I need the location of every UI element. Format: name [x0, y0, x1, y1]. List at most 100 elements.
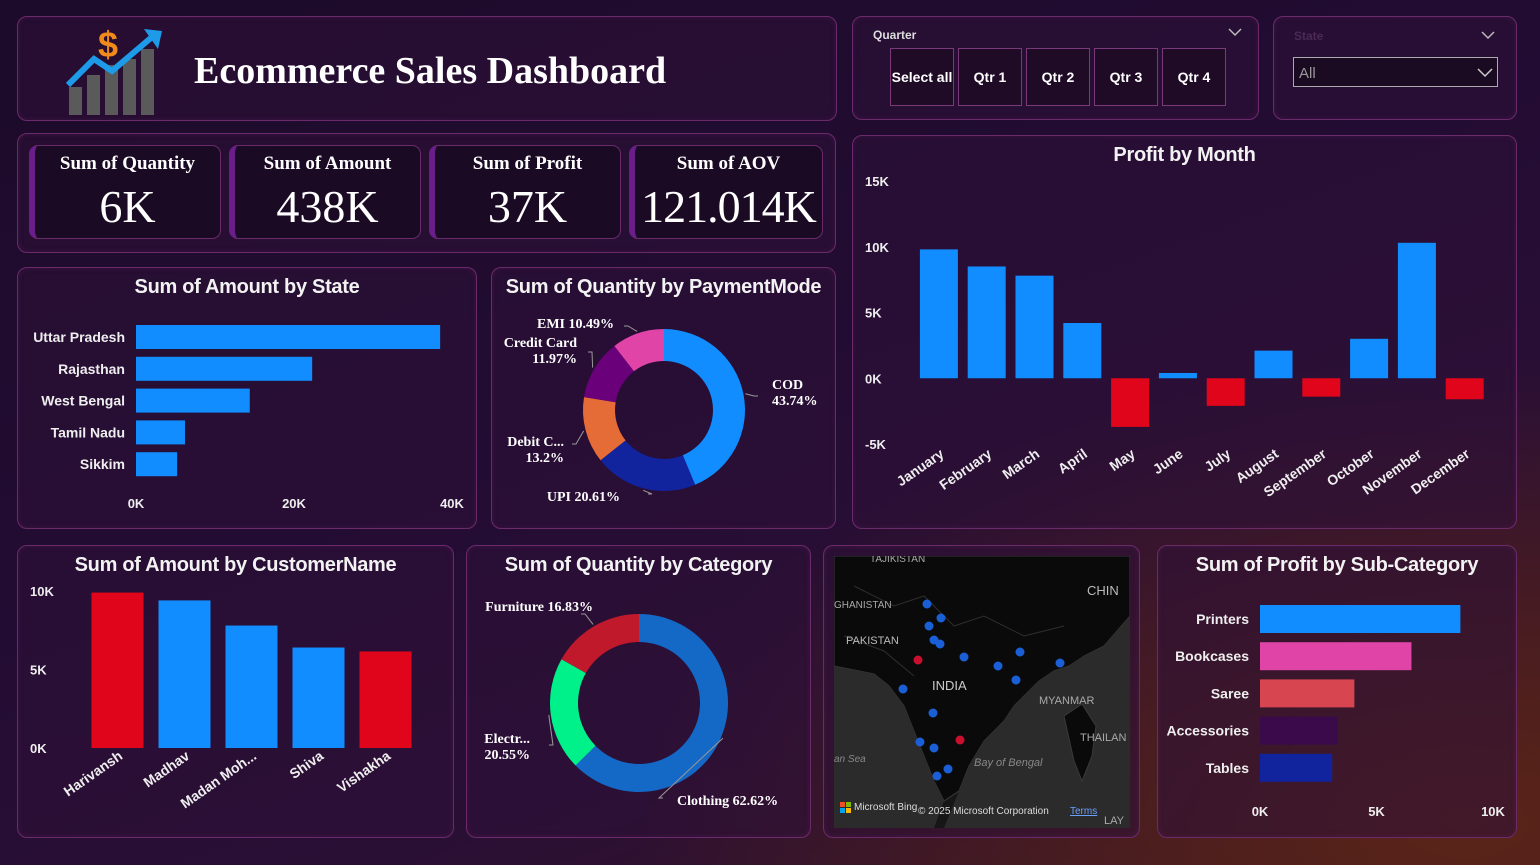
- chevron-down-icon: [1477, 68, 1493, 78]
- data-label: 11.97%: [532, 352, 577, 367]
- category-label: West Bengal: [41, 393, 125, 409]
- category-label: Bookcases: [1175, 648, 1249, 664]
- leader-line: [588, 351, 594, 368]
- map-svg: TAJIKISTAN GHANISTAN PAKISTAN INDIA MYAN…: [834, 556, 1130, 828]
- bar: [225, 625, 278, 748]
- x-tick-label: Vishakha: [334, 747, 394, 795]
- bar: [1158, 372, 1197, 379]
- state-dropdown[interactable]: All: [1293, 57, 1498, 87]
- bar: [1302, 378, 1341, 397]
- bar: [967, 266, 1006, 379]
- category-label: Rajasthan: [58, 361, 125, 377]
- kpi-label: Sum of Amount: [263, 153, 392, 174]
- map-point: [922, 599, 932, 609]
- map-point: [955, 735, 965, 745]
- kpi-card-quantity: Sum of Quantity 6K: [29, 145, 221, 239]
- bar: [1445, 378, 1484, 400]
- bar: [359, 651, 412, 748]
- quarter-option-qtr1[interactable]: Qtr 1: [958, 48, 1022, 106]
- map-label: PAKISTAN: [846, 635, 899, 647]
- y-tick-label: 0K: [30, 741, 47, 756]
- category-label: Accessories: [1166, 723, 1249, 739]
- map-label: THAILAN: [1080, 732, 1127, 744]
- x-tick-label: March: [999, 445, 1042, 482]
- data-label: 43.74%: [772, 394, 818, 409]
- amount-by-customer-svg: 10K5K0K Harivansh MadhavMadan Moh... Shiva V…: [30, 584, 412, 811]
- bar: [158, 600, 211, 748]
- x-tick-label: 20K: [282, 496, 306, 511]
- leader-line: [581, 613, 594, 625]
- quarter-option-qtr3[interactable]: Qtr 3: [1094, 48, 1158, 106]
- chart-quantity-by-category[interactable]: Sum of Quantity by Category Clothing 62.…: [466, 545, 811, 838]
- bar: [1015, 275, 1054, 379]
- category-label: Sikkim: [80, 456, 125, 472]
- state-slicer[interactable]: State All: [1273, 16, 1517, 120]
- bar: [1063, 323, 1102, 379]
- map-point: [959, 652, 969, 662]
- kpi-value: 438K: [276, 181, 379, 232]
- bar: [136, 420, 185, 445]
- chevron-down-icon[interactable]: [1228, 27, 1242, 37]
- data-label: 20.55%: [485, 748, 531, 763]
- category-label: Saree: [1211, 685, 1249, 701]
- bar: [1260, 716, 1339, 745]
- chevron-down-icon[interactable]: [1481, 30, 1495, 40]
- map-canvas[interactable]: TAJIKISTAN GHANISTAN PAKISTAN INDIA MYAN…: [834, 556, 1130, 828]
- y-tick-label: 5K: [30, 663, 47, 678]
- quarter-option-select-all[interactable]: Select all: [890, 48, 954, 106]
- category-label: Uttar Pradesh: [33, 329, 125, 345]
- map-point: [932, 771, 942, 781]
- leader-line: [642, 489, 653, 495]
- map-point: [1011, 675, 1021, 685]
- map-label: an Sea: [834, 754, 866, 765]
- x-tick-label: 5K: [1368, 804, 1385, 819]
- profit-by-subcategory-svg: Printers Bookcases Saree Accessories Tables 0…: [1166, 605, 1506, 819]
- map-point: [936, 613, 946, 623]
- map-terms-link[interactable]: Terms: [1070, 806, 1097, 817]
- svg-text:$: $: [98, 24, 118, 65]
- bing-logo: Microsoft Bing: [840, 802, 917, 813]
- bar: [136, 325, 441, 349]
- chart-quantity-by-paymentmode[interactable]: Sum of Quantity by PaymentMode COD 43.74%…: [491, 267, 836, 529]
- quarter-option-qtr4[interactable]: Qtr 4: [1162, 48, 1226, 106]
- quarter-option-qtr2[interactable]: Qtr 2: [1026, 48, 1090, 106]
- kpi-value: 6K: [99, 181, 156, 232]
- map-point: [935, 639, 945, 649]
- bing-label: Microsoft Bing: [854, 802, 918, 813]
- x-tick-label: July: [1201, 445, 1233, 474]
- map-point: [929, 743, 939, 753]
- bar: [1111, 378, 1150, 427]
- bar: [1206, 378, 1245, 406]
- bar: [1260, 753, 1333, 782]
- quantity-by-category-svg: Clothing 62.62% Electr...20.55% Furniture …: [484, 600, 778, 809]
- data-label: 13.2%: [526, 451, 565, 466]
- bar: [136, 388, 250, 413]
- bar: [1397, 242, 1436, 379]
- chart-profit-by-month[interactable]: Profit by Month 15K 10K 5K 0K -5K January Febr…: [852, 135, 1517, 529]
- quarter-slicer[interactable]: Quarter Select all Qtr 1 Qtr 2 Qtr 3 Qtr…: [852, 16, 1259, 120]
- state-dropdown-value: All: [1299, 65, 1316, 82]
- profit-by-month-svg: 15K10K5K0K-5KJanuaryFebruary March April Ma…: [865, 174, 1484, 500]
- x-tick-label: Shiva: [286, 747, 326, 782]
- category-label: Printers: [1196, 611, 1249, 627]
- x-tick-label: February: [936, 445, 994, 493]
- chart-amount-by-customer[interactable]: Sum of Amount by CustomerName 10K 5K 0K Har…: [17, 545, 454, 838]
- kpi-panel: Sum of Quantity 6K Sum of Amount 438K Su…: [17, 133, 836, 253]
- x-tick-label: May: [1106, 445, 1138, 474]
- donut-slice: [561, 614, 639, 674]
- bar: [292, 647, 345, 748]
- chart-amount-by-state[interactable]: Sum of Amount by State Uttar Pradesh Raja…: [17, 267, 477, 529]
- map-label: MYANMAR: [1039, 695, 1094, 707]
- data-label: Electr...: [484, 732, 530, 747]
- leader-line: [745, 393, 758, 397]
- map-point: [924, 621, 934, 631]
- chart-profit-by-subcategory[interactable]: Sum of Profit by Sub-Category Printers Bo…: [1157, 545, 1517, 838]
- map-panel[interactable]: TAJIKISTAN GHANISTAN PAKISTAN INDIA MYAN…: [823, 545, 1140, 838]
- page-title: Ecommerce Sales Dashboard: [194, 50, 667, 92]
- bar: [919, 249, 958, 379]
- bar: [91, 592, 144, 748]
- map-point: [1055, 658, 1065, 668]
- y-tick-label: 10K: [30, 584, 54, 599]
- kpi-card-aov: Sum of AOV 121.014K: [629, 145, 823, 239]
- data-label: EMI 10.49%: [537, 317, 614, 332]
